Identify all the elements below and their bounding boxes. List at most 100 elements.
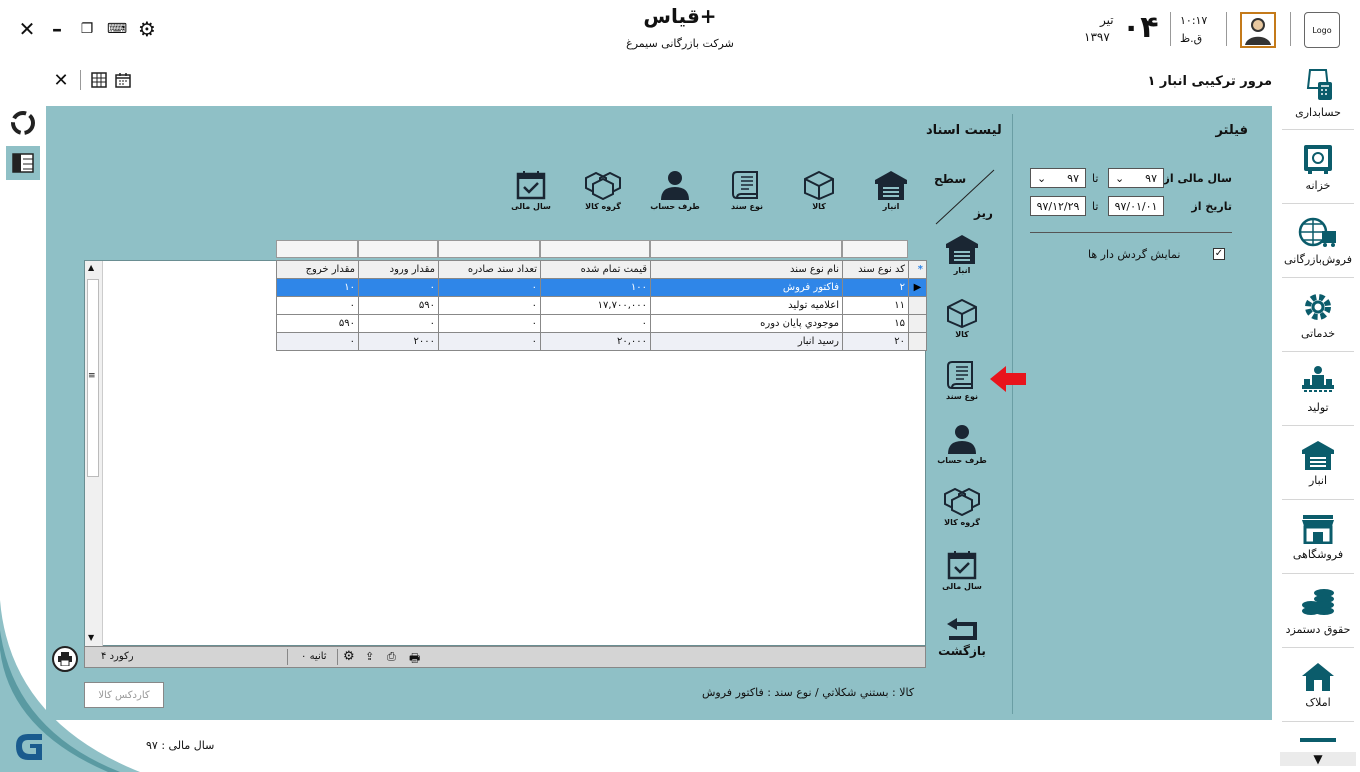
nav-production[interactable]: تولید [1282, 354, 1354, 426]
date-from-input[interactable]: ۹۷/۰۱/۰۱ [1108, 196, 1164, 216]
cell: ۲۰,۰۰۰ [540, 332, 651, 351]
refresh-icon[interactable] [6, 106, 40, 140]
tool-label: نوع سند [945, 392, 979, 401]
minimize-icon[interactable]: – [44, 16, 70, 42]
calendar-icon[interactable] [112, 70, 134, 90]
top-tool-item-group[interactable]: گروه کالا [568, 170, 638, 211]
column-header[interactable]: قیمت تمام شده [540, 260, 651, 279]
fiscal-year-label: سال مالی از [1163, 172, 1232, 185]
divider [1030, 232, 1232, 233]
red-arrow-icon [990, 366, 1026, 392]
cell: ۲ [842, 278, 909, 297]
close-icon[interactable]: ✕ [14, 16, 40, 42]
grid-scrollbar[interactable]: ▲ ≡ ▼ [85, 261, 103, 647]
filter-cell[interactable] [540, 240, 650, 258]
top-tool-warehouse[interactable]: انبار [856, 170, 926, 211]
nav-services[interactable]: خدماتی [1282, 280, 1354, 352]
person-icon [948, 425, 976, 454]
production-icon [1302, 366, 1334, 392]
cell: فاکتور فروش [650, 278, 843, 297]
gear-icon[interactable]: ⚙ [134, 16, 160, 42]
side-tool-account[interactable]: طرف حساب [932, 424, 992, 465]
nav-label: تولید [1307, 401, 1329, 414]
nav-store[interactable]: فروشگاهی [1282, 502, 1354, 574]
globe-trade-icon [1298, 217, 1336, 247]
show-turnover-label: نمایش گردش دار ها [1088, 248, 1181, 261]
export-icon[interactable]: ⇪ [365, 650, 374, 663]
nav-accounting[interactable]: حسابداری [1282, 58, 1354, 130]
nav-properties[interactable]: املاک [1282, 650, 1354, 722]
nav-treasury[interactable]: خزانه [1282, 132, 1354, 204]
divider [287, 649, 288, 665]
filter-cell[interactable] [438, 240, 540, 258]
date-month: تیر [1100, 13, 1114, 27]
table-row[interactable]: ۱۵ موجودي پایان دوره ۰ ۰ ۰ ۵۹۰ [276, 314, 927, 333]
fiscal-to-select[interactable]: ⌄ ۹۷ [1030, 168, 1086, 188]
table-row[interactable]: ▶ ۲ فاکتور فروش ۱۰۰ ۰ ۰ ۱۰ [276, 278, 927, 297]
to-label: تا [1092, 200, 1099, 213]
row-indicator [908, 296, 927, 315]
cell: ۰ [358, 314, 439, 333]
divider [337, 649, 338, 665]
table-icon[interactable] [88, 70, 110, 90]
top-tool-doc-type[interactable]: نوع سند [712, 170, 782, 211]
fiscal-from-select[interactable]: ⌄ ۹۷ [1108, 168, 1164, 188]
keyboard-icon[interactable]: ⌨ [104, 16, 130, 42]
row-indicator [908, 332, 927, 351]
user-avatar[interactable] [1240, 12, 1276, 48]
filter-cell[interactable] [276, 240, 358, 258]
calendar-check-icon [947, 551, 977, 580]
column-header[interactable]: مقدار ورود [358, 260, 439, 279]
nav-label: حقوق دستمزد [1285, 623, 1351, 636]
nav-trade-sales[interactable]: فروش‌بازرگانی [1282, 206, 1354, 278]
side-tool-item[interactable]: کالا [932, 298, 992, 339]
side-tool-doc-type[interactable]: نوع سند [932, 360, 992, 401]
filter-cell[interactable] [358, 240, 438, 258]
layout-icon[interactable] [6, 146, 40, 180]
table-row[interactable]: ۲۰ رسید انبار ۲۰,۰۰۰ ۰ ۲۰۰۰ ۰ [276, 332, 927, 351]
fiscal-from-value: ۹۷ [1145, 171, 1157, 185]
back-button[interactable]: بازگشت [932, 616, 992, 658]
settings-icon[interactable]: ⚙ [343, 649, 355, 664]
column-header[interactable]: مقدار خروج [276, 260, 359, 279]
print-preview-icon[interactable]: ⎙ [387, 650, 396, 664]
side-tool-warehouse[interactable]: انبار [932, 234, 992, 275]
top-tool-account[interactable]: طرف حساب [640, 170, 710, 211]
print-icon[interactable]: 🖶 [409, 649, 420, 670]
store-icon [1302, 515, 1334, 544]
brand-logo-icon [14, 726, 44, 762]
table-row[interactable]: ۱۱ اعلامیه تولید ۱۷,۷۰۰,۰۰۰ ۰ ۵۹۰ ۰ [276, 296, 927, 315]
scroll-up-icon[interactable]: ▲ [88, 263, 94, 272]
chevron-down-icon: ⌄ [1037, 171, 1047, 185]
cell: ۵۹۰ [276, 314, 359, 333]
cell: اعلامیه تولید [650, 296, 843, 315]
column-header[interactable]: کد نوع سند [842, 260, 909, 279]
nav-warehouse[interactable]: انبار [1282, 428, 1354, 500]
new-row-icon[interactable]: * [908, 260, 927, 279]
nav-more-hint [1300, 738, 1336, 742]
nav-scroll-down-icon[interactable]: ▼ [1280, 752, 1356, 766]
date-from-label: تاریخ از [1191, 200, 1232, 213]
filter-cell[interactable] [650, 240, 842, 258]
accounting-icon [1306, 69, 1332, 100]
cell: ۰ [358, 278, 439, 297]
restore-icon[interactable]: ❐ [74, 16, 100, 42]
side-tool-item-group[interactable]: گروه کالا [932, 486, 992, 527]
cell: ۰ [438, 314, 541, 333]
top-tool-item[interactable]: کالا [784, 170, 854, 211]
nav-payroll[interactable]: حقوق دستمزد [1282, 576, 1354, 648]
row-indicator [908, 314, 927, 333]
close-tab-icon[interactable]: ✕ [50, 70, 72, 91]
cell: رسید انبار [650, 332, 843, 351]
page-title: مرور ترکیبی انبار ۱ [1147, 74, 1272, 89]
column-header[interactable]: تعداد سند صادره [438, 260, 541, 279]
top-tool-fiscal-year[interactable]: سال مالی [496, 170, 566, 211]
side-tool-fiscal-year[interactable]: سال مالی [932, 550, 992, 591]
show-turnover-checkbox[interactable]: ✓ [1213, 248, 1225, 260]
column-header[interactable]: نام نوع سند [650, 260, 843, 279]
filter-cell[interactable] [842, 240, 908, 258]
date-to-input[interactable]: ۹۷/۱۲/۲۹ [1030, 196, 1086, 216]
warehouse-icon [1302, 441, 1334, 470]
house-icon [1302, 663, 1334, 691]
nav-label: فروشگاهی [1292, 548, 1344, 561]
